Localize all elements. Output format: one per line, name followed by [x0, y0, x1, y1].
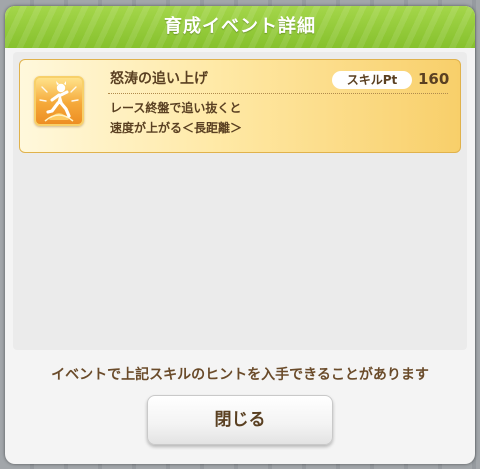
skill-card[interactable]: 怒涛の追い上げ スキルPt 160 レース終盤で追い抜くと 速度が上がる＜長距離… — [19, 59, 461, 153]
skill-pt-badge: スキルPt — [332, 71, 412, 89]
event-detail-dialog: 育成イベント詳細 怒涛の追い上げ スキルPt 160 レース終盤で追い抜くと 速… — [5, 6, 475, 464]
skill-description-line-2: 速度が上がる＜長距離＞ — [110, 121, 243, 135]
hint-message: イベントで上記スキルのヒントを入手できることがあります — [51, 367, 429, 383]
close-button-label: 閉じる — [214, 410, 266, 430]
running-figure-icon — [39, 81, 79, 122]
skill-name: 怒涛の追い上げ — [110, 71, 208, 87]
close-button[interactable]: 閉じる — [147, 395, 333, 445]
running-speed-up-icon — [34, 76, 84, 126]
dialog-title: 育成イベント詳細 — [164, 16, 316, 37]
skill-divider — [108, 93, 448, 94]
skill-description-line-1: レース終盤で追い抜くと — [110, 101, 242, 115]
skill-pt-value: 160 — [418, 70, 450, 88]
dialog-header: 育成イベント詳細 — [5, 6, 475, 48]
